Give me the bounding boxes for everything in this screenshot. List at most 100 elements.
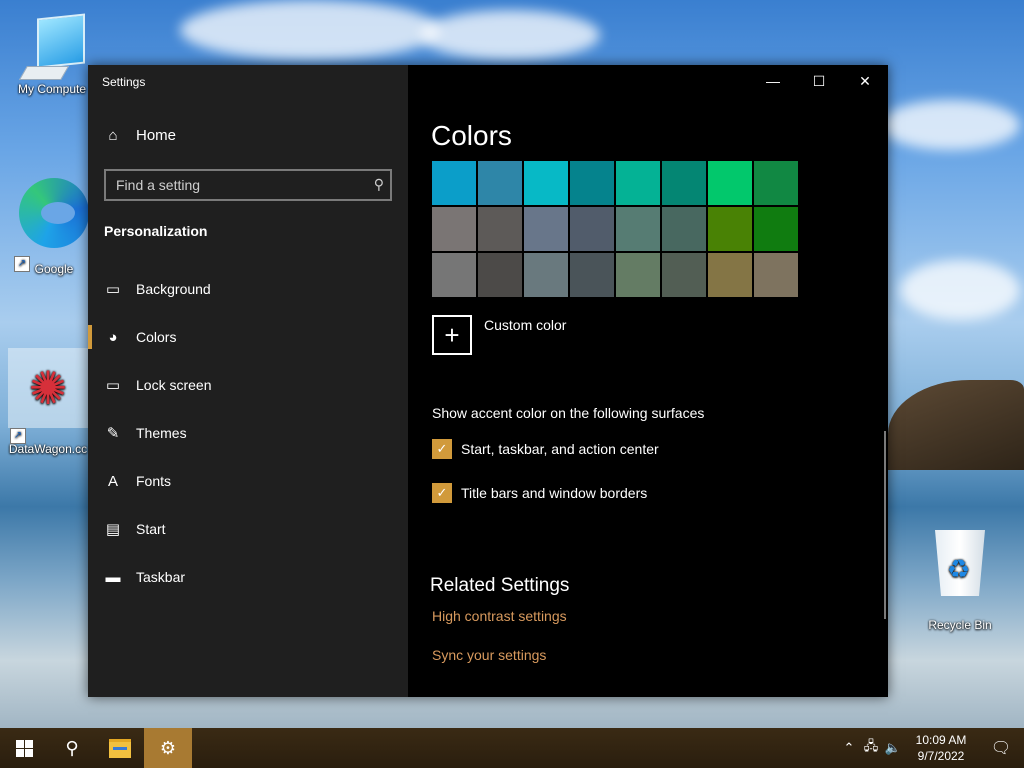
themes-icon: ✎ xyxy=(106,425,120,442)
surfaces-label: Show accent color on the following surfa… xyxy=(432,405,705,421)
start-button[interactable] xyxy=(0,728,48,768)
shortcut-arrow-icon: ↗ xyxy=(10,428,26,444)
nav-home[interactable]: ⌂ Home xyxy=(104,127,176,144)
sidebar-item-themes[interactable]: ✎ Themes xyxy=(88,409,408,457)
checkbox-label: Title bars and window borders xyxy=(461,485,648,501)
action-center-icon[interactable]: 🗨 xyxy=(978,738,1024,758)
sidebar-item-label: Themes xyxy=(136,425,187,441)
color-swatch[interactable] xyxy=(524,253,568,297)
search-box: ⚲ xyxy=(104,169,392,201)
gear-icon: ⚙ xyxy=(159,737,177,758)
cloud xyxy=(420,10,600,60)
color-swatch[interactable] xyxy=(570,207,614,251)
desktop-icon-datawagon[interactable]: ✺ ↗ DataWagon.cc xyxy=(8,348,88,456)
search-button[interactable]: ⚲ xyxy=(48,728,96,768)
network-icon[interactable]: 🖧 xyxy=(860,737,882,759)
palette-icon: ◕ xyxy=(108,328,118,346)
chevron-up-icon[interactable]: ⌃ xyxy=(838,740,860,756)
close-button[interactable]: ✕ xyxy=(842,65,888,97)
checkbox-label: Start, taskbar, and action center xyxy=(461,441,659,457)
scrollbar[interactable] xyxy=(884,431,886,619)
color-swatch[interactable] xyxy=(662,253,706,297)
color-swatch[interactable] xyxy=(754,253,798,297)
nav-home-label: Home xyxy=(136,127,177,144)
color-swatch[interactable] xyxy=(524,161,568,205)
color-swatch[interactable] xyxy=(570,253,614,297)
checkbox-title-bars[interactable]: ✓ Title bars and window borders xyxy=(432,483,647,503)
color-swatch[interactable] xyxy=(662,161,706,205)
maximize-button[interactable]: ☐ xyxy=(796,65,842,97)
desktop-icon-google[interactable]: ↗ Google xyxy=(14,178,94,276)
minimize-button[interactable]: — xyxy=(750,65,796,97)
fonts-icon: A xyxy=(107,472,118,490)
color-swatch[interactable] xyxy=(616,207,660,251)
clock-time: 10:09 AM xyxy=(915,733,967,747)
color-swatch[interactable] xyxy=(432,161,476,205)
lock-screen-icon: ▭ xyxy=(105,377,121,394)
color-swatch[interactable] xyxy=(432,207,476,251)
cloud xyxy=(880,100,1020,150)
system-tray: ⌃ 🖧 🔈 10:09 AM 9/7/2022 🗨 xyxy=(838,728,1024,768)
search-input[interactable] xyxy=(106,176,358,194)
color-swatch[interactable] xyxy=(478,207,522,251)
sidebar-item-taskbar[interactable]: ▬ Taskbar xyxy=(88,553,408,601)
sidebar-item-label: Lock screen xyxy=(136,377,212,393)
taskbar-icon: ▬ xyxy=(105,568,121,586)
plus-icon: + xyxy=(432,315,472,355)
cloud xyxy=(180,0,440,60)
color-swatch[interactable] xyxy=(524,207,568,251)
sidebar-item-fonts[interactable]: A Fonts xyxy=(88,457,408,505)
settings-window: Settings ⌂ Home ⚲ Personalization ▭ Back… xyxy=(88,65,888,697)
desktop-icon-my-computer[interactable]: My Compute xyxy=(12,13,92,96)
windows-logo-icon xyxy=(15,739,33,757)
color-swatch[interactable] xyxy=(478,161,522,205)
checkmark-icon[interactable]: ✓ xyxy=(432,439,452,459)
checkbox-start-taskbar[interactable]: ✓ Start, taskbar, and action center xyxy=(432,439,659,459)
color-swatch[interactable] xyxy=(616,253,660,297)
image-icon: ▭ xyxy=(105,281,121,298)
checkmark-icon[interactable]: ✓ xyxy=(432,483,452,503)
color-swatch[interactable] xyxy=(432,253,476,297)
clock-date: 9/7/2022 xyxy=(917,749,965,763)
color-swatch[interactable] xyxy=(478,253,522,297)
file-explorer-button[interactable] xyxy=(96,728,144,768)
desktop-icon-label: My Compute xyxy=(17,82,87,96)
sidebar-item-label: Colors xyxy=(136,329,177,345)
search-icon[interactable]: ⚲ xyxy=(374,176,384,193)
color-swatch-grid xyxy=(432,161,798,297)
color-swatch[interactable] xyxy=(754,161,798,205)
volume-icon[interactable]: 🔈 xyxy=(882,740,904,756)
window-title: Settings xyxy=(102,75,146,89)
sidebar-item-label: Fonts xyxy=(136,473,172,489)
datawagon-logo-icon: ✺ xyxy=(8,348,88,428)
color-swatch[interactable] xyxy=(708,207,752,251)
color-swatch[interactable] xyxy=(754,207,798,251)
color-swatch[interactable] xyxy=(708,253,752,297)
window-controls: — ☐ ✕ xyxy=(750,65,888,97)
settings-taskbar-button[interactable]: ⚙ xyxy=(144,728,192,768)
color-swatch[interactable] xyxy=(662,207,706,251)
sidebar-item-background[interactable]: ▭ Background xyxy=(88,265,408,313)
sidebar-item-start[interactable]: ▤ Start xyxy=(88,505,408,553)
related-settings-title: Related Settings xyxy=(430,575,570,596)
link-sync-settings[interactable]: Sync your settings xyxy=(432,647,546,663)
color-swatch[interactable] xyxy=(708,161,752,205)
link-high-contrast[interactable]: High contrast settings xyxy=(432,608,567,624)
cloud xyxy=(900,260,1020,320)
section-title: Personalization xyxy=(104,223,208,239)
sidebar-item-lock-screen[interactable]: ▭ Lock screen xyxy=(88,361,408,409)
sidebar-item-colors[interactable]: ◕ Colors xyxy=(88,313,408,361)
clock[interactable]: 10:09 AM 9/7/2022 xyxy=(904,732,978,764)
shortcut-arrow-icon: ↗ xyxy=(14,256,30,272)
computer-icon xyxy=(18,13,85,80)
desktop-icon-label: DataWagon.cc xyxy=(8,442,88,456)
start-icon: ▤ xyxy=(105,521,121,538)
main-content: Colors + Custom color Show accent color … xyxy=(408,65,888,697)
color-swatch[interactable] xyxy=(616,161,660,205)
sidebar-item-label: Taskbar xyxy=(136,569,186,585)
desktop-icon-recycle-bin[interactable]: ♻ Recycle Bin xyxy=(920,524,1000,632)
sidebar: Settings ⌂ Home ⚲ Personalization ▭ Back… xyxy=(88,65,408,697)
custom-color-button[interactable]: + Custom color xyxy=(432,315,566,355)
color-swatch[interactable] xyxy=(570,161,614,205)
custom-color-label: Custom color xyxy=(484,317,567,333)
